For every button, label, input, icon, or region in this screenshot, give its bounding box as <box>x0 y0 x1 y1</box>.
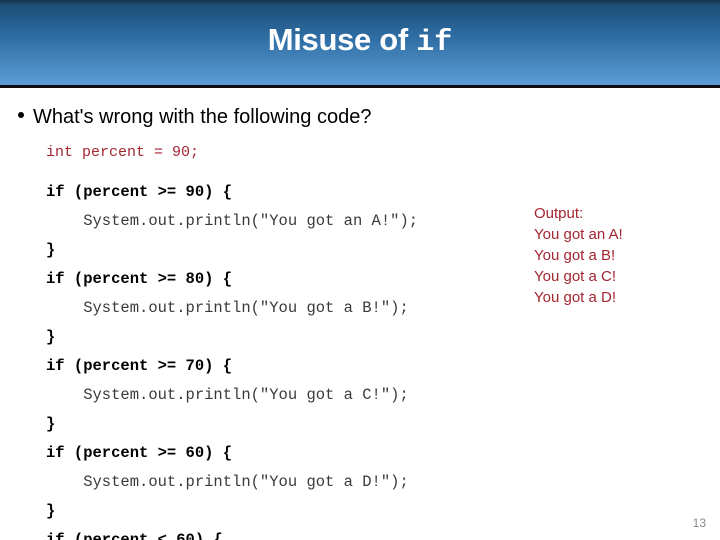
output-panel: Output: You got an A! You got a B! You got … <box>534 203 623 308</box>
page-title-words: Misuse of <box>267 21 417 57</box>
page-title-keyword: if <box>416 25 453 60</box>
code-line: System.out.println("You got a C!"); <box>46 386 409 404</box>
code-line: System.out.println("You got a D!"); <box>46 473 409 491</box>
slide-canvas: Misuse of if What's wrong with the follo… <box>0 0 720 540</box>
bullet-item-label: What's wrong with the following code? <box>33 106 372 128</box>
code-block: if (percent >= 90) { System.out.println(… <box>46 178 418 540</box>
bullet-dot-icon <box>18 112 24 118</box>
output-panel-title: Output: <box>534 205 584 222</box>
output-line: You got a C! <box>534 268 617 285</box>
code-line: if (percent < 60) { <box>46 531 223 540</box>
code-line: if (percent >= 80) { <box>46 270 233 288</box>
code-line: if (percent >= 90) { <box>46 183 233 201</box>
code-line: System.out.println("You got a B!"); <box>46 299 409 317</box>
code-line: System.out.println("You got an A!"); <box>46 212 419 230</box>
bullet-item-question: What's wrong with the following code? <box>18 106 371 128</box>
code-line: if (percent >= 70) { <box>46 357 233 375</box>
slide-header-band: Misuse of if <box>0 0 720 88</box>
page-title: Misuse of if <box>268 24 453 58</box>
code-line: } <box>46 241 56 259</box>
output-line: You got a D! <box>534 289 617 306</box>
code-line: } <box>46 502 56 520</box>
code-line: if (percent >= 60) { <box>46 444 233 462</box>
page-number: 13 <box>692 516 706 530</box>
output-line: You got an A! <box>534 226 623 243</box>
output-line: You got a B! <box>534 247 616 264</box>
code-declaration-line: int percent = 90; <box>46 144 200 161</box>
code-line: } <box>46 415 56 433</box>
code-line: } <box>46 328 56 346</box>
